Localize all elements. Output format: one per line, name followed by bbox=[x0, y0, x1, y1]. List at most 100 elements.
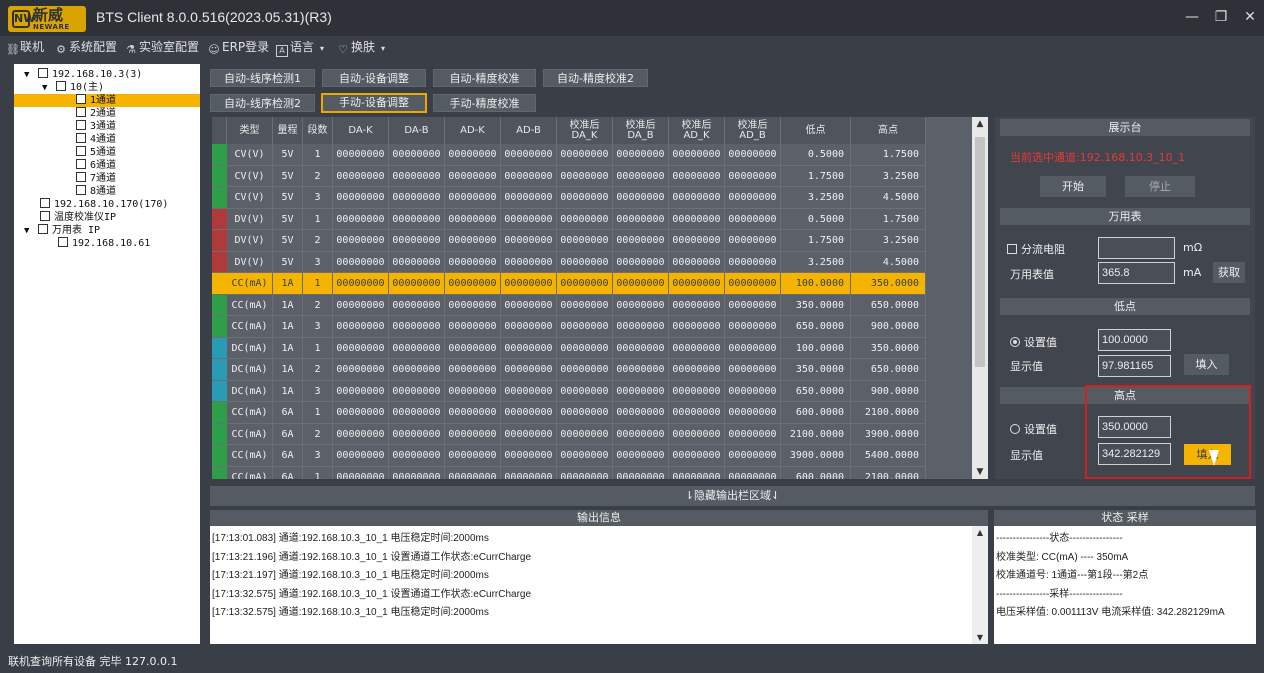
tab-auto-device-adjust[interactable]: 自动-设备调整 bbox=[322, 69, 426, 87]
multimeter-value-input[interactable]: 365.8 bbox=[1098, 262, 1175, 284]
start-button[interactable]: 开始 bbox=[1040, 176, 1106, 197]
table-cell: 00000000 bbox=[613, 316, 669, 338]
table-header-cell[interactable]: AD-K bbox=[445, 117, 501, 144]
shunt-resistor-checkbox[interactable]: 分流电阻 bbox=[1007, 241, 1065, 257]
tree-node-temp-calibrator[interactable]: 温度校准仪IP bbox=[40, 211, 116, 224]
tree-node-unit-10[interactable]: ▼ 10(主) bbox=[42, 81, 104, 94]
table-cell: 650.0000 bbox=[781, 380, 851, 402]
radio-selected-icon[interactable] bbox=[1010, 337, 1020, 347]
table-header-cell[interactable]: 低点 bbox=[781, 117, 851, 144]
scroll-up-icon[interactable]: ▲ bbox=[972, 528, 988, 537]
low-set-radio[interactable]: 设置值 bbox=[1010, 334, 1057, 350]
multimeter-value-label: 万用表值 bbox=[1010, 268, 1054, 281]
tree-node-channel-7[interactable]: 7通道 bbox=[76, 172, 116, 185]
low-display-input[interactable]: 97.981165 bbox=[1098, 355, 1171, 377]
menu-system-config[interactable]: ⚙ 系统配置 bbox=[55, 39, 117, 56]
table-scrollbar[interactable]: ▲ ▼ bbox=[972, 117, 988, 479]
tree-node-channel-1[interactable]: 1通道 bbox=[14, 94, 200, 107]
row-type-marker bbox=[212, 187, 227, 209]
tree-node-device-170[interactable]: 192.168.10.170(170) bbox=[40, 198, 168, 211]
tab-manual-device-adjust[interactable]: 手动-设备调整 bbox=[321, 93, 427, 113]
low-fill-button[interactable]: 填入 bbox=[1184, 354, 1229, 375]
radio-unselected-icon[interactable] bbox=[1010, 424, 1020, 434]
low-set-input[interactable]: 100.0000 bbox=[1098, 329, 1171, 351]
stop-button[interactable]: 停止 bbox=[1125, 176, 1195, 197]
checkbox[interactable] bbox=[76, 120, 86, 130]
scroll-down-icon[interactable]: ▼ bbox=[972, 465, 988, 479]
scroll-thumb[interactable] bbox=[975, 137, 985, 367]
checkbox[interactable] bbox=[38, 224, 48, 234]
tree-node-channel-5[interactable]: 5通道 bbox=[76, 146, 116, 159]
checkbox[interactable] bbox=[1007, 244, 1017, 254]
shunt-resistor-input[interactable] bbox=[1098, 237, 1175, 259]
logo-mark-icon: NW bbox=[12, 10, 35, 28]
checkbox[interactable] bbox=[76, 185, 86, 195]
tree-node-channel-2[interactable]: 2通道 bbox=[76, 107, 116, 120]
table-cell: 5V bbox=[273, 187, 303, 209]
table-header-cell[interactable]: AD-B bbox=[501, 117, 557, 144]
table-header-cell[interactable]: 量程 bbox=[273, 117, 303, 144]
checkbox[interactable] bbox=[40, 211, 50, 221]
table-header-cell[interactable]: 校准后 AD_K bbox=[669, 117, 725, 144]
checkbox[interactable] bbox=[76, 146, 86, 156]
menu-connect[interactable]: ⛓联机 bbox=[6, 39, 44, 56]
table-header-cell[interactable]: 高点 bbox=[851, 117, 926, 144]
table-header-cell[interactable]: 校准后 DA_B bbox=[613, 117, 669, 144]
table-header-cell[interactable]: 段数 bbox=[303, 117, 333, 144]
log-line: [17:13:01.083] 通道:192.168.10.3_10_1 电压稳定… bbox=[212, 533, 489, 544]
table-header-cell[interactable]: DA-K bbox=[333, 117, 389, 144]
minimize-button[interactable]: — bbox=[1179, 6, 1205, 28]
table-header-cell[interactable]: 类型 bbox=[227, 117, 273, 144]
high-set-radio[interactable]: 设置值 bbox=[1010, 421, 1057, 437]
logo-cn: 新威 bbox=[33, 6, 64, 24]
menu-language[interactable]: A 语言 ▾ bbox=[276, 39, 324, 57]
tab-auto-precision-cal[interactable]: 自动-精度校准 bbox=[433, 69, 536, 87]
close-button[interactable]: ✕ bbox=[1237, 6, 1263, 28]
table-header-cell[interactable]: 校准后 DA_K bbox=[557, 117, 613, 144]
menu-lab-config[interactable]: ⚗ 实验室配置 bbox=[125, 39, 199, 56]
checkbox[interactable] bbox=[56, 81, 66, 91]
tab-auto-wire-check-1[interactable]: 自动-线序检测1 bbox=[210, 69, 315, 87]
table-cell: CC(mA) bbox=[227, 294, 273, 316]
table-cell: 00000000 bbox=[613, 359, 669, 381]
menu-skin[interactable]: ♡ 换肤 ▾ bbox=[337, 39, 385, 56]
checkbox[interactable] bbox=[76, 94, 86, 104]
table-cell: 6A bbox=[273, 402, 303, 424]
checkbox[interactable] bbox=[76, 159, 86, 169]
expand-arrow-icon[interactable]: ▼ bbox=[24, 225, 34, 238]
table-cell: 00000000 bbox=[669, 230, 725, 252]
table-cell: 00000000 bbox=[557, 251, 613, 273]
checkbox[interactable] bbox=[76, 172, 86, 182]
table-cell: 2100.0000 bbox=[851, 466, 926, 479]
tree-node-channel-4[interactable]: 4通道 bbox=[76, 133, 116, 146]
tree-node-channel-3[interactable]: 3通道 bbox=[76, 120, 116, 133]
tab-auto-precision-cal-2[interactable]: 自动-精度校准2 bbox=[543, 69, 648, 87]
expand-arrow-icon[interactable]: ▼ bbox=[24, 69, 34, 82]
hide-output-toggle[interactable]: ⇂隐藏输出栏区域⇃ bbox=[210, 486, 1255, 506]
tree-node-device-3[interactable]: ▼ 192.168.10.3(3) bbox=[24, 68, 142, 81]
checkbox[interactable] bbox=[40, 198, 50, 208]
scroll-up-icon[interactable]: ▲ bbox=[972, 117, 988, 131]
tree-node-multimeter-ip[interactable]: 192.168.10.61 bbox=[58, 237, 150, 250]
checkbox[interactable] bbox=[58, 237, 68, 247]
table-cell: 00000000 bbox=[333, 445, 389, 467]
tree-node-multimeter[interactable]: ▼ 万用表 IP bbox=[24, 224, 100, 237]
tab-manual-precision-cal[interactable]: 手动-精度校准 bbox=[433, 94, 536, 112]
menu-erp-login[interactable]: ☺ ERP登录 bbox=[208, 39, 269, 56]
scroll-down-icon[interactable]: ▼ bbox=[972, 633, 988, 642]
table-cell: 00000000 bbox=[725, 273, 781, 295]
checkbox[interactable] bbox=[76, 107, 86, 117]
table-header-cell[interactable]: DA-B bbox=[389, 117, 445, 144]
checkbox[interactable] bbox=[76, 133, 86, 143]
tree-node-channel-6[interactable]: 6通道 bbox=[76, 159, 116, 172]
maximize-button[interactable]: ❐ bbox=[1208, 6, 1234, 28]
tree-node-channel-8[interactable]: 8通道 bbox=[76, 185, 116, 198]
tab-auto-wire-check-2[interactable]: 自动-线序检测2 bbox=[210, 94, 315, 112]
table-header-cell[interactable]: 校准后 AD_B bbox=[725, 117, 781, 144]
output-scrollbar[interactable]: ▲ ▼ bbox=[972, 526, 988, 644]
table-cell: 00000000 bbox=[613, 294, 669, 316]
table-cell: 6A bbox=[273, 423, 303, 445]
status-bar: 联机查询所有设备 完毕 127.0.0.1 bbox=[0, 651, 1264, 673]
fetch-button[interactable]: 获取 bbox=[1213, 262, 1245, 283]
checkbox[interactable] bbox=[38, 68, 48, 78]
